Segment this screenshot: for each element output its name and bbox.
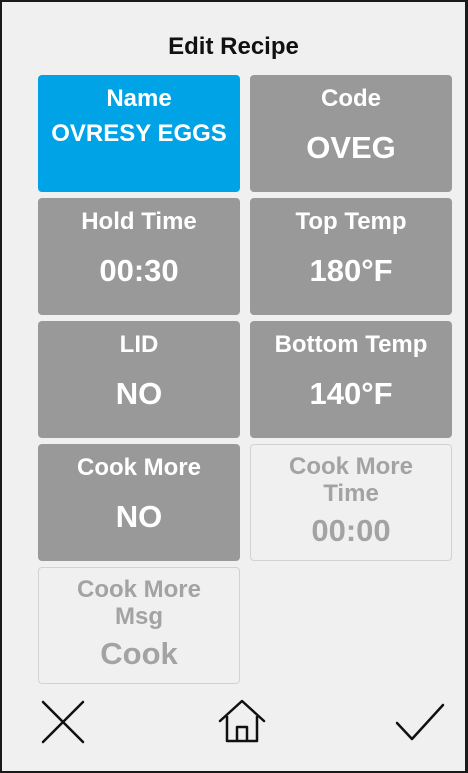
lid-field-label: LID (119, 331, 159, 358)
code-field-label: Code (321, 85, 381, 112)
cook-more-msg-label-line1: Cook More (76, 576, 201, 603)
cook-more-time-field-label: Cook More Time (251, 453, 451, 507)
cook-more-msg-label-line2: Msg (115, 603, 163, 630)
name-field-label: Name (106, 85, 172, 112)
home-button[interactable] (216, 695, 268, 747)
home-icon (218, 699, 266, 743)
name-field-tile[interactable]: Name OVRESY EGGS (38, 75, 240, 192)
top-temp-field-label: Top Temp (295, 208, 407, 235)
cook-more-time-label-line2: Time (323, 480, 379, 507)
cook-more-msg-field-tile: Cook More Msg Cook (38, 567, 240, 684)
checkmark-icon (395, 703, 445, 741)
bottom-temp-field-label: Bottom Temp (274, 331, 428, 358)
cook-more-field-value: NO (115, 499, 163, 534)
top-temp-field-value: 180°F (309, 253, 393, 288)
bottom-temp-field-value: 140°F (309, 376, 393, 411)
cook-more-msg-field-label: Cook More Msg (39, 576, 239, 630)
cook-more-field-label: Cook More (76, 454, 201, 481)
page-title: Edit Recipe (168, 33, 299, 60)
cook-more-time-field-value: 00:00 (311, 513, 391, 548)
lid-field-tile[interactable]: LID NO (38, 321, 240, 438)
cancel-button[interactable] (38, 695, 90, 747)
cook-more-field-tile[interactable]: Cook More NO (38, 444, 240, 561)
hold-time-field-value: 00:30 (99, 253, 179, 288)
close-icon (41, 700, 85, 744)
cook-more-time-field-tile: Cook More Time 00:00 (250, 444, 452, 561)
code-field-tile[interactable]: Code OVEG (250, 75, 452, 192)
hold-time-field-tile[interactable]: Hold Time 00:30 (38, 198, 240, 315)
hold-time-field-label: Hold Time (81, 208, 197, 235)
edit-recipe-screen: Edit Recipe Name OVRESY EGGS Code OVEG H… (0, 0, 468, 773)
bottom-temp-field-tile[interactable]: Bottom Temp 140°F (250, 321, 452, 438)
code-field-value: OVEG (306, 130, 396, 165)
cook-more-msg-field-value: Cook (100, 636, 178, 671)
cook-more-time-label-line1: Cook More (288, 453, 413, 480)
lid-field-value: NO (115, 376, 163, 411)
confirm-button[interactable] (394, 695, 446, 747)
top-temp-field-tile[interactable]: Top Temp 180°F (250, 198, 452, 315)
name-field-value: OVRESY EGGS (51, 120, 227, 147)
